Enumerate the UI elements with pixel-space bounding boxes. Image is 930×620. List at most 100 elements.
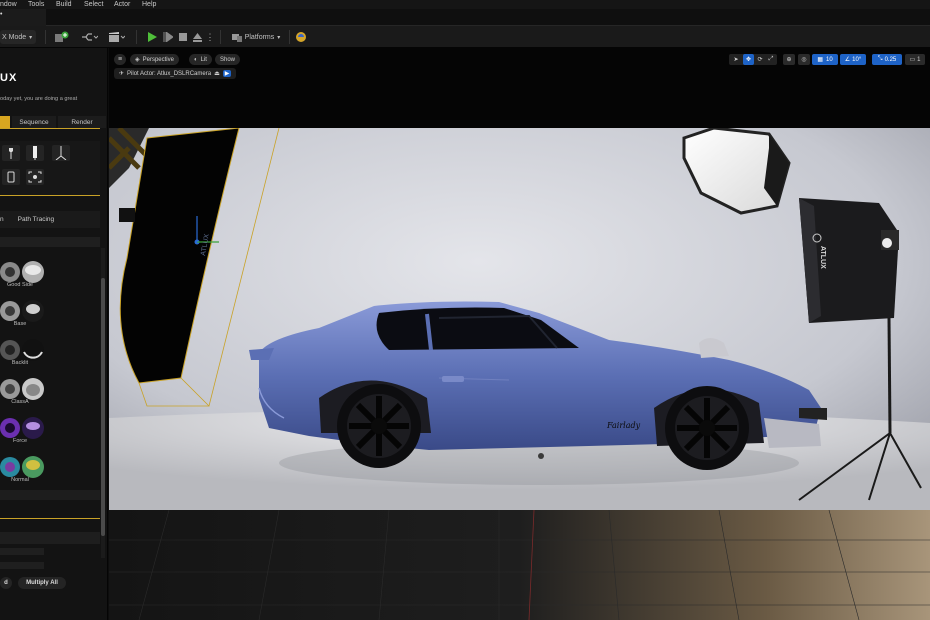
ground-grid bbox=[109, 510, 930, 620]
eject-pilot-icon[interactable]: ⏏ bbox=[214, 70, 220, 77]
rotate-icon: ⟳ bbox=[757, 57, 763, 63]
translate-mode-button[interactable]: ✥ bbox=[743, 54, 754, 65]
settings-header bbox=[0, 490, 100, 500]
preset-backlit[interactable] bbox=[0, 339, 44, 361]
menu-tools[interactable]: Tools bbox=[28, 0, 44, 9]
platforms-icon bbox=[231, 33, 242, 42]
toolbar-divider bbox=[45, 30, 46, 44]
rear-wheel bbox=[337, 384, 421, 468]
light-panel-button[interactable] bbox=[2, 169, 20, 185]
lighting-presets: Good Side Base Backlit ClassA Force Norm… bbox=[0, 258, 50, 488]
surface-snap-button[interactable]: ◎ bbox=[798, 54, 810, 65]
viewport-scene[interactable]: ATLUX ATLUX Fairlady bbox=[109, 128, 930, 510]
render-mode-tabs: n Path Tracing bbox=[0, 211, 100, 228]
car-script-badge: Fairlady bbox=[606, 421, 641, 430]
show-button[interactable]: Show bbox=[215, 54, 241, 65]
panel-light-icon bbox=[7, 171, 15, 183]
preset-label: Force bbox=[12, 438, 28, 444]
front-wheel bbox=[665, 386, 749, 470]
rotation-snap-button[interactable]: ∠ 10° bbox=[840, 54, 866, 65]
add-all-button[interactable]: d bbox=[0, 577, 12, 589]
menu-select[interactable]: Select bbox=[84, 0, 103, 9]
eject-button[interactable] bbox=[191, 30, 203, 44]
camera-speed-button[interactable]: ▭ 1 bbox=[905, 54, 925, 65]
stop-button[interactable] bbox=[177, 30, 189, 44]
level-tab[interactable]: • bbox=[0, 9, 46, 26]
scale-snap-icon: ⤡ bbox=[877, 56, 883, 62]
grid-snap-button[interactable]: ▦ 10 bbox=[812, 54, 838, 65]
main-toolbar: Χ Mode ▾ ⋮ Platforms ▾ bbox=[0, 26, 930, 48]
scale-mode-button[interactable]: ⤢ bbox=[766, 54, 776, 65]
panel-divider bbox=[0, 518, 100, 519]
sphere-preview-icon bbox=[0, 456, 44, 478]
tab-render[interactable]: Render bbox=[58, 116, 106, 128]
light-strip-button[interactable] bbox=[26, 145, 44, 161]
step-button[interactable] bbox=[161, 30, 175, 44]
preset-label: ClassA bbox=[11, 399, 29, 405]
menu-actor[interactable]: Actor bbox=[114, 0, 130, 9]
preset-label: Base bbox=[13, 321, 27, 327]
viewport-menu-button[interactable]: ≡ bbox=[114, 54, 126, 65]
menu-build[interactable]: Build bbox=[56, 0, 72, 9]
scale-icon: ⤢ bbox=[768, 56, 774, 62]
panel-scrollbar-track[interactable] bbox=[101, 248, 105, 558]
platforms-label: Platforms bbox=[244, 33, 275, 41]
preset-force[interactable] bbox=[0, 417, 44, 439]
world-local-button[interactable]: ⊕ bbox=[783, 54, 795, 65]
mode-dropdown[interactable]: Χ Mode ▾ bbox=[0, 30, 36, 44]
pilot-actor-bar[interactable]: ✈ Pilot Actor: Atlux_DSLRCamera ⏏ ▶ bbox=[114, 68, 237, 79]
perspective-button[interactable]: ◈ Perspective bbox=[130, 54, 179, 65]
show-label: Show bbox=[220, 56, 236, 63]
preset-label: Normal bbox=[11, 477, 29, 483]
rotate-mode-button[interactable]: ⟳ bbox=[755, 54, 765, 65]
sphere-preview-icon bbox=[0, 339, 44, 361]
lit-mode-button[interactable]: ◐ Lit bbox=[189, 54, 212, 65]
select-mode-button[interactable]: ➤ bbox=[731, 54, 741, 65]
viewport-toolbar: ≡ ◈ Perspective ◐ Lit Show ✈ Pilot Actor… bbox=[109, 48, 930, 128]
viewport-floor[interactable] bbox=[109, 510, 930, 620]
angle-icon: ∠ bbox=[844, 57, 851, 63]
atlux-plugin-button[interactable] bbox=[294, 30, 308, 44]
cinematics-button[interactable] bbox=[106, 30, 126, 44]
scale-snap-button[interactable]: ⤡ 0.25 bbox=[872, 54, 902, 65]
light-target-button[interactable] bbox=[26, 169, 44, 185]
settings-row bbox=[0, 532, 100, 544]
preset-good-side[interactable] bbox=[0, 261, 44, 283]
step-forward-icon bbox=[163, 32, 173, 42]
preset-base[interactable] bbox=[0, 300, 44, 322]
light-spot-button[interactable] bbox=[2, 145, 20, 161]
atlux-panel: UX oday yet, you are doing a great Seque… bbox=[0, 48, 108, 620]
strip-light-icon bbox=[33, 146, 37, 160]
move-icon: ✥ bbox=[745, 57, 752, 63]
scale-value: 0.25 bbox=[884, 56, 897, 63]
angle-value: 10° bbox=[852, 56, 862, 63]
lit-icon: ◐ bbox=[194, 56, 198, 63]
panel-scrollbar-thumb[interactable] bbox=[101, 278, 105, 536]
preset-label: Good Side bbox=[7, 282, 33, 288]
play-button[interactable] bbox=[145, 30, 159, 44]
tab-sequence[interactable]: Sequence bbox=[12, 116, 56, 128]
hamburger-icon: ≡ bbox=[117, 56, 123, 63]
blueprint-button[interactable] bbox=[79, 30, 99, 44]
tab-lights[interactable] bbox=[0, 116, 10, 128]
intensity-slider[interactable] bbox=[0, 548, 44, 555]
menu-help[interactable]: Help bbox=[142, 0, 156, 9]
add-actor-button[interactable] bbox=[52, 30, 72, 44]
camera-speed-icon: ▭ bbox=[909, 57, 916, 63]
preset-normal[interactable] bbox=[0, 456, 44, 478]
render-tab-raster[interactable]: n bbox=[0, 216, 4, 223]
preset-classa[interactable] bbox=[0, 378, 44, 400]
light-tools-group bbox=[0, 141, 100, 195]
more-vertical-icon: ⋮ bbox=[205, 31, 215, 42]
light-stand-button[interactable] bbox=[52, 145, 70, 161]
exposure-slider[interactable] bbox=[0, 562, 44, 569]
platforms-dropdown[interactable]: Platforms ▾ bbox=[228, 30, 284, 44]
panel-logo-text: UX bbox=[0, 72, 18, 84]
pilot-icon: ✈ bbox=[119, 71, 125, 77]
multiply-all-button[interactable]: Multiply All bbox=[18, 577, 66, 589]
menu-window[interactable]: ndow bbox=[0, 0, 17, 9]
render-tab-path-tracing[interactable]: Path Tracing bbox=[18, 216, 55, 223]
camera-icon[interactable]: ▶ bbox=[222, 70, 232, 77]
play-options-button[interactable]: ⋮ bbox=[205, 30, 215, 44]
toolbar-divider bbox=[220, 30, 221, 44]
